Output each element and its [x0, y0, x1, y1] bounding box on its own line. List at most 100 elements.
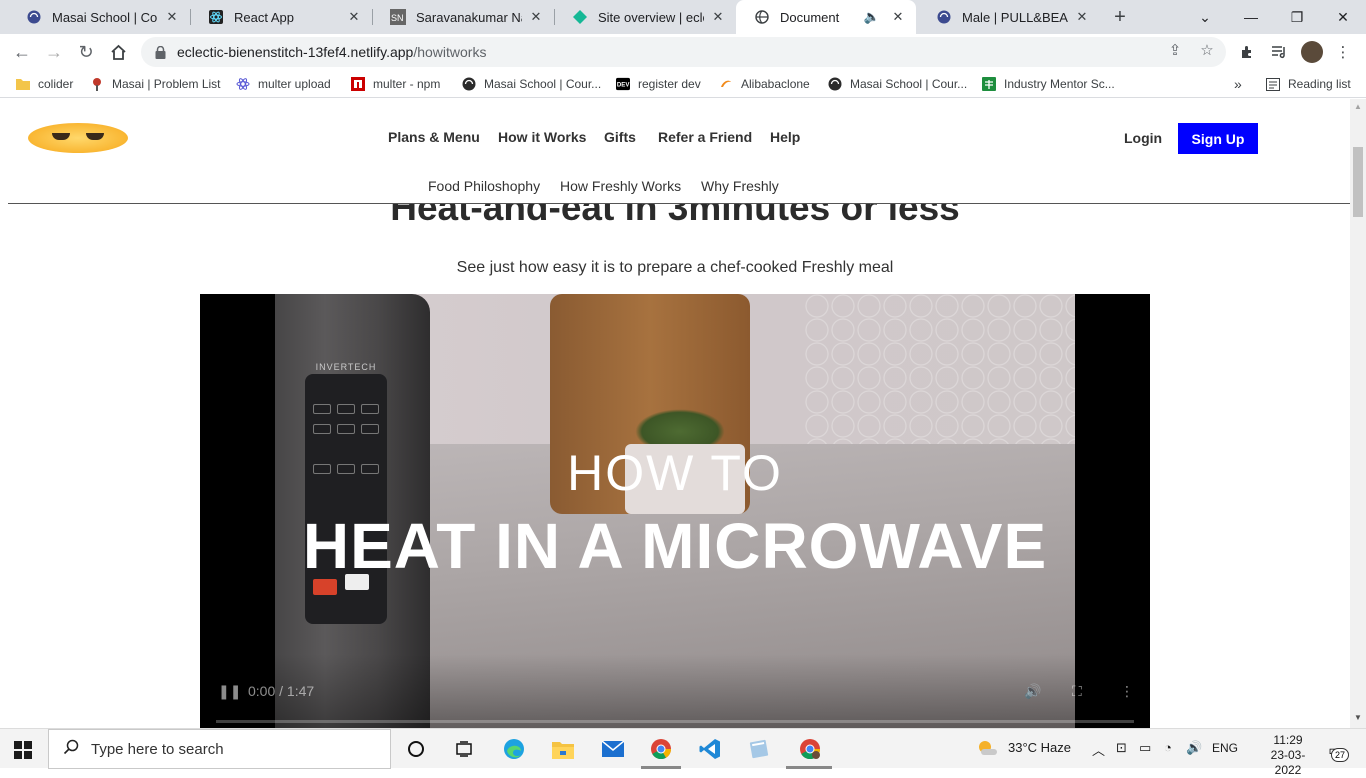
sign-up-button[interactable]: Sign Up [1178, 123, 1258, 154]
login-link[interactable]: Login [1124, 130, 1162, 146]
url-path: /howitworks [413, 44, 487, 60]
chrome-icon[interactable] [648, 736, 674, 762]
bookmark-item[interactable]: Alibabaclone [719, 75, 810, 93]
volume-tray-icon[interactable]: 🔊 [1186, 740, 1202, 756]
media-control-icon[interactable] [1269, 42, 1289, 62]
bookmark-label: multer - npm [373, 77, 441, 91]
close-icon[interactable]: ✕ [890, 9, 906, 25]
globe-icon [754, 9, 770, 25]
web-page: Plans & Menu How it Works Gifts Refer a … [0, 99, 1350, 728]
nav-how-it-works[interactable]: How it Works [498, 129, 586, 147]
system-clock[interactable]: 11:29 23-03-2022 [1263, 733, 1313, 778]
scroll-up-icon[interactable]: ▲ [1354, 102, 1362, 111]
video-time: 0:00 / 1:47 [248, 683, 315, 699]
microwave-button [337, 424, 355, 434]
svg-text:SN: SN [391, 13, 404, 23]
search-icon [63, 739, 79, 760]
tab-title: Masai School | Course [52, 9, 158, 25]
extensions-icon[interactable] [1237, 42, 1257, 62]
speaker-icon[interactable]: 🔈 [864, 9, 880, 25]
reload-icon[interactable]: ↻ [72, 38, 100, 66]
scroll-down-icon[interactable]: ▼ [1354, 713, 1362, 722]
bookmarks-bar: colider Masai | Problem List multer uplo… [0, 70, 1366, 98]
meet-now-icon[interactable]: ⊡ [1116, 740, 1127, 756]
share-icon[interactable]: ⇪ [1166, 41, 1184, 59]
logo-eye [86, 133, 104, 140]
bookmark-item[interactable]: DEV register dev [616, 75, 701, 93]
subnav-food-philosophy[interactable]: Food Philoshophy [428, 178, 540, 194]
weather-text[interactable]: 33°C Haze [1008, 740, 1071, 755]
video-overlay-how-to: HOW TO [567, 445, 783, 501]
cortana-icon[interactable] [403, 736, 429, 762]
weather-icon[interactable] [977, 738, 999, 761]
nav-plans-menu[interactable]: Plans & Menu [388, 129, 480, 147]
profile-avatar[interactable] [1301, 41, 1323, 63]
more-options-icon[interactable]: ⋮ [1120, 683, 1134, 700]
battery-icon[interactable]: ▭ [1139, 740, 1151, 756]
scrollbar-thumb[interactable] [1353, 147, 1363, 217]
close-icon[interactable]: ✕ [1074, 9, 1090, 25]
reading-list-icon [1266, 77, 1280, 91]
edge-icon[interactable] [501, 736, 527, 762]
fullscreen-icon[interactable]: ⛶ [1072, 683, 1082, 700]
reading-list[interactable]: Reading list [1266, 75, 1351, 93]
site-logo[interactable] [28, 123, 128, 153]
nav-help[interactable]: Help [770, 129, 800, 147]
browser-tab[interactable]: SN Saravanakumar Nagar ✕ [372, 0, 554, 34]
browser-tab[interactable]: Site overview | eclectic ✕ [554, 0, 736, 34]
close-icon[interactable]: ✕ [164, 9, 180, 25]
mail-icon[interactable] [600, 736, 626, 762]
file-explorer-icon[interactable] [550, 736, 576, 762]
taskbar-search[interactable]: Type here to search [48, 729, 391, 769]
back-icon[interactable]: ← [8, 38, 36, 66]
bookmark-item[interactable]: colider [16, 75, 73, 93]
bookmark-item[interactable]: multer upload [236, 75, 331, 93]
close-icon[interactable]: ✕ [710, 9, 726, 25]
browser-tab-strip: Masai School | Course ✕ React App ✕ SN S… [0, 0, 1366, 34]
close-icon[interactable]: ✕ [528, 9, 544, 25]
notepad-app-icon[interactable] [746, 736, 772, 762]
close-icon[interactable]: ✕ [346, 9, 362, 25]
chrome-profile-icon[interactable] [797, 736, 823, 762]
video-controls: ❚❚ 0:00 / 1:47 🔊 ⛶ ⋮ [200, 654, 1150, 728]
bookmark-item[interactable]: Industry Mentor Sc... [982, 75, 1115, 93]
lock-icon[interactable] [153, 45, 167, 59]
subnav-why-freshly[interactable]: Why Freshly [701, 178, 779, 194]
browser-tab[interactable]: Male | PULL&BEAR Pu ✕ [918, 0, 1100, 34]
page-scrollbar[interactable]: ▲ ▼ [1350, 99, 1366, 728]
browser-tab[interactable]: React App ✕ [190, 0, 372, 34]
language-indicator[interactable]: ENG [1212, 741, 1238, 755]
browser-tab[interactable]: Masai School | Course ✕ [8, 0, 190, 34]
subnav-how-freshly-works[interactable]: How Freshly Works [560, 178, 681, 194]
folder-icon [16, 77, 30, 91]
home-icon[interactable] [104, 38, 132, 66]
vscode-icon[interactable] [697, 736, 723, 762]
bookmark-item[interactable]: Masai School | Cour... [462, 75, 601, 93]
video-progress-bar[interactable] [216, 720, 1134, 723]
bookmark-item[interactable]: Masai School | Cour... [828, 75, 967, 93]
task-view-icon[interactable] [451, 736, 477, 762]
menu-icon[interactable]: ⋮ [1333, 42, 1353, 62]
address-bar[interactable]: eclectic-bienenstitch-13fef4.netlify.app… [141, 37, 1226, 67]
restore-icon[interactable]: ❐ [1274, 0, 1320, 34]
volume-icon[interactable]: 🔊 [1024, 683, 1041, 700]
notification-center[interactable]: ▭ 27 [1323, 739, 1349, 762]
nav-refer-a-friend[interactable]: Refer a Friend [658, 129, 752, 147]
wifi-icon[interactable]: ◔ [1164, 740, 1172, 755]
close-window-icon[interactable]: ✕ [1320, 0, 1366, 34]
nav-gifts[interactable]: Gifts [604, 129, 636, 147]
browser-tab-active[interactable]: Document 🔈 ✕ [736, 0, 916, 34]
dev-icon: DEV [616, 77, 630, 91]
chevron-double-right-icon[interactable]: » [1234, 75, 1242, 93]
windows-start-icon[interactable] [14, 741, 32, 759]
tab-search-chevron-icon[interactable]: ⌄ [1182, 0, 1228, 34]
minimize-icon[interactable]: — [1228, 0, 1274, 34]
new-tab-button[interactable]: + [1108, 5, 1132, 29]
bookmark-item[interactable]: Masai | Problem List [90, 75, 221, 93]
forward-icon[interactable]: → [40, 38, 68, 66]
bookmark-item[interactable]: multer - npm [351, 75, 440, 93]
pause-icon[interactable]: ❚❚ [218, 683, 241, 700]
star-icon[interactable]: ☆ [1198, 41, 1216, 59]
bookmark-label: Masai | Problem List [112, 77, 221, 91]
chevron-up-icon[interactable]: ︿ [1092, 740, 1105, 759]
